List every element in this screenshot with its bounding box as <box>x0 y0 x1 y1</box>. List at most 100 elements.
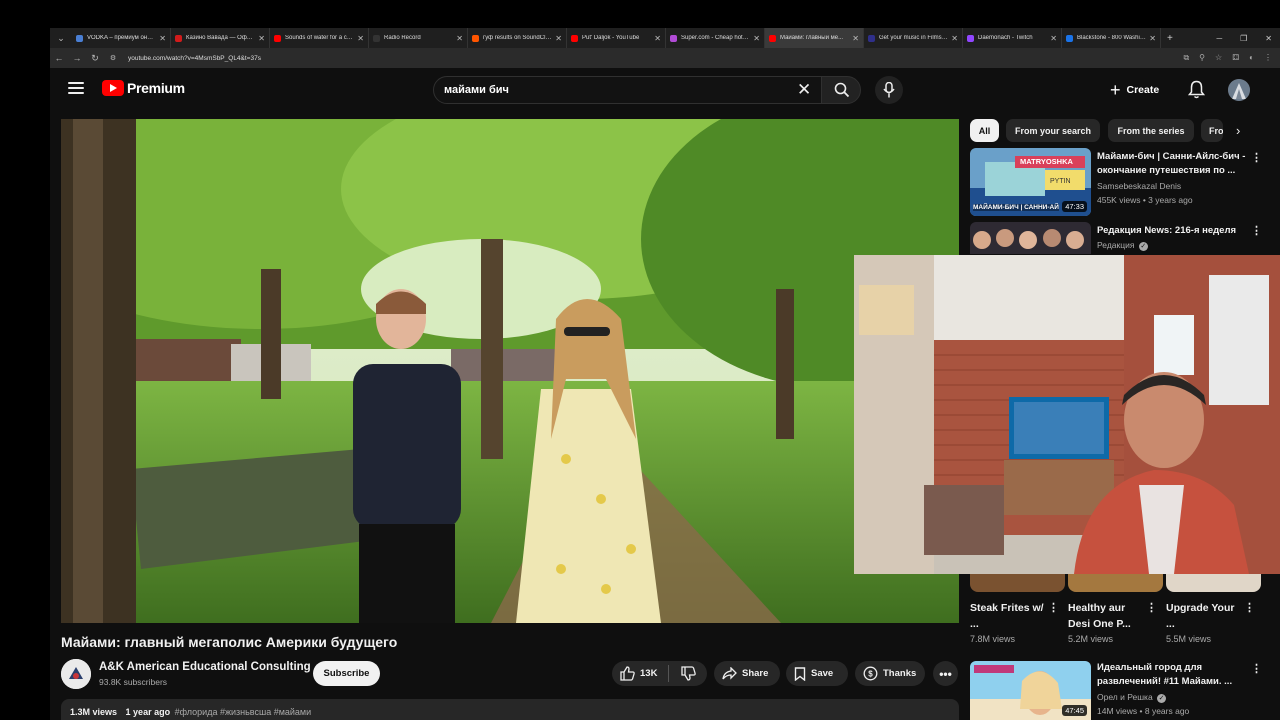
browser-tab[interactable]: Get your music in Films &... ✕ <box>864 28 963 48</box>
browser-tab[interactable]: Put' Daljok - YouTube ✕ <box>567 28 666 48</box>
sidebar-video-title[interactable]: Майами-бич | Санни-Айлс-бич - окончание … <box>1097 150 1247 178</box>
tab-title: гуф results on SoundClou... <box>483 35 553 41</box>
tab-close-icon[interactable]: ✕ <box>1149 34 1156 43</box>
sidebar-channel[interactable]: Орел и Решка ✓ <box>1097 690 1167 704</box>
like-button[interactable]: 13K <box>612 665 669 682</box>
tab-favicon-icon <box>967 34 974 42</box>
sidebar-thumbnail[interactable] <box>970 222 1091 254</box>
bookmark-star-icon[interactable]: ☆ <box>1215 53 1222 63</box>
extensions-icon[interactable]: ⚃ <box>1232 53 1239 63</box>
back-icon[interactable]: ← <box>50 53 68 63</box>
profile-icon[interactable]: ◐ <box>1249 53 1254 63</box>
browser-tab[interactable]: Super.com - Cheap hotel... ✕ <box>666 28 765 48</box>
sidebar-more-icon[interactable]: ⋮ <box>1251 151 1262 164</box>
channel-avatar[interactable] <box>61 659 91 689</box>
channel-name[interactable]: A&K American Educational Consulting <box>99 661 311 673</box>
short-title[interactable]: Healthy aur Desi One P... <box>1068 600 1148 632</box>
short-thumbnail[interactable] <box>1068 574 1163 592</box>
tab-title: Майами: главный ме... <box>780 35 844 41</box>
chip-all[interactable]: All <box>970 119 999 142</box>
dislike-button[interactable] <box>669 666 707 681</box>
tab-close-icon[interactable]: ✕ <box>852 34 859 43</box>
sidebar-thumbnail[interactable]: PYTIN MATRYOSHKA МАЙАМИ-БИЧ | САННИ-АЙ 4… <box>970 148 1091 216</box>
youtube-play-icon <box>102 80 124 96</box>
chips-next-icon[interactable]: › <box>1236 123 1240 138</box>
sidebar-more-icon[interactable]: ⋮ <box>1251 224 1262 237</box>
tab-close-icon[interactable]: ✕ <box>456 34 463 43</box>
tab-favicon-icon <box>373 34 380 42</box>
sidebar-video-title[interactable]: Редакция News: 216-я неделя <box>1097 224 1247 238</box>
more-actions-icon[interactable]: ••• <box>933 661 958 686</box>
logo-text: Premium <box>127 80 185 96</box>
sidebar-video-title[interactable]: Идеальный город для развлечений! #11 Май… <box>1097 661 1247 689</box>
short-thumbnail[interactable] <box>1166 574 1261 592</box>
tab-close-icon[interactable]: ✕ <box>753 34 760 43</box>
create-label: Create <box>1126 84 1160 96</box>
video-player[interactable] <box>61 119 959 623</box>
thanks-button[interactable]: $ Thanks <box>855 661 925 686</box>
browser-tab[interactable]: Blackstone - 800 Washing... ✕ <box>1062 28 1161 48</box>
open-in-app-icon[interactable]: ⧉ <box>1183 53 1189 63</box>
sidebar-channel[interactable]: Samsebeskazal Denis <box>1097 179 1181 193</box>
sidebar-thumbnail[interactable]: 47:45 <box>970 661 1091 720</box>
sidebar-more-icon[interactable]: ⋮ <box>1251 662 1262 675</box>
hashtags[interactable]: #флорида #жизньвсша #майами <box>175 707 312 717</box>
plus-icon: + <box>1110 79 1121 100</box>
tab-close-icon[interactable]: ✕ <box>159 34 166 43</box>
short-thumbnail[interactable] <box>970 574 1065 592</box>
notifications-icon[interactable] <box>1188 80 1205 99</box>
zoom-icon[interactable]: ⚲ <box>1199 53 1205 63</box>
tab-search-icon[interactable]: ⌄ <box>54 31 68 45</box>
minimize-icon[interactable]: ─ <box>1216 34 1222 43</box>
short-title[interactable]: Steak Frites w/ ... <box>970 600 1050 632</box>
maximize-icon[interactable]: ❐ <box>1240 34 1247 43</box>
address-bar: ← → ↻ ⚙ youtube.com/watch?v=4MsmSbP_QL4&… <box>50 48 1280 68</box>
search-button[interactable] <box>821 76 861 104</box>
tab-close-icon[interactable]: ✕ <box>654 34 661 43</box>
tab-close-icon[interactable]: ✕ <box>951 34 958 43</box>
sidebar-channel[interactable]: Редакция ✓ <box>1097 238 1148 252</box>
channel-label: Орел и Решка <box>1097 692 1153 702</box>
chip-from-truncated[interactable]: Fro <box>1201 119 1223 142</box>
clear-search-icon[interactable]: ✕ <box>797 80 811 100</box>
browser-tab[interactable]: Казино Вавада — Официа...✕ <box>171 28 270 48</box>
short-more-icon[interactable]: ⋮ <box>1048 601 1059 614</box>
youtube-logo[interactable]: Premium <box>102 80 185 96</box>
url-field[interactable]: youtube.com/watch?v=4MsmSbP_QL4&t=37s <box>122 55 1183 62</box>
thumb-badge: MATRYOSHKA <box>1020 157 1073 166</box>
save-button[interactable]: Save <box>786 661 848 686</box>
chip-from-the-series[interactable]: From the series <box>1108 119 1194 142</box>
share-button[interactable]: Share <box>714 661 780 686</box>
menu-icon[interactable] <box>68 82 84 94</box>
forward-icon[interactable]: → <box>68 53 86 63</box>
site-info-icon[interactable]: ⚙ <box>104 54 122 62</box>
short-more-icon[interactable]: ⋮ <box>1244 601 1255 614</box>
tab-title: Daemonach - Twitch <box>978 35 1033 41</box>
tab-close-icon[interactable]: ✕ <box>555 34 562 43</box>
create-button[interactable]: + Create <box>1110 77 1159 103</box>
thanks-label: Thanks <box>883 668 917 679</box>
browser-tab[interactable]: Sounds of water for a chi... ✕ <box>270 28 369 48</box>
account-avatar[interactable] <box>1228 79 1250 101</box>
browser-tab[interactable]: Daemonach - Twitch ✕ <box>963 28 1062 48</box>
video-frame <box>61 119 959 623</box>
browser-tab[interactable]: Radio Record ✕ <box>369 28 468 48</box>
tab-close-icon[interactable]: ✕ <box>1050 34 1057 43</box>
tab-close-icon[interactable]: ✕ <box>258 34 265 43</box>
description-box[interactable]: 1.3M views 1 year ago #флорида #жизньвсш… <box>61 699 959 720</box>
browser-menu-icon[interactable]: ⋮ <box>1264 53 1272 63</box>
reload-icon[interactable]: ↻ <box>86 53 104 64</box>
new-tab-button[interactable]: + <box>1167 33 1173 44</box>
close-window-icon[interactable]: ✕ <box>1265 34 1272 43</box>
subscribe-button[interactable]: Subscribe <box>313 661 380 686</box>
browser-tab[interactable]: VODKA – премиум онлайн...✕ <box>72 28 171 48</box>
short-title[interactable]: Upgrade Your ... <box>1166 600 1246 632</box>
duration-badge: 47:33 <box>1062 201 1087 212</box>
search-input[interactable]: майами бич <box>433 76 823 104</box>
browser-tab[interactable]: гуф results on SoundClou... ✕ <box>468 28 567 48</box>
browser-tab[interactable]: Майами: главный ме... ✕ <box>765 28 864 48</box>
short-more-icon[interactable]: ⋮ <box>1146 601 1157 614</box>
chip-from-your-search[interactable]: From your search <box>1006 119 1100 142</box>
voice-search-button[interactable] <box>875 76 903 104</box>
tab-close-icon[interactable]: ✕ <box>357 34 364 43</box>
